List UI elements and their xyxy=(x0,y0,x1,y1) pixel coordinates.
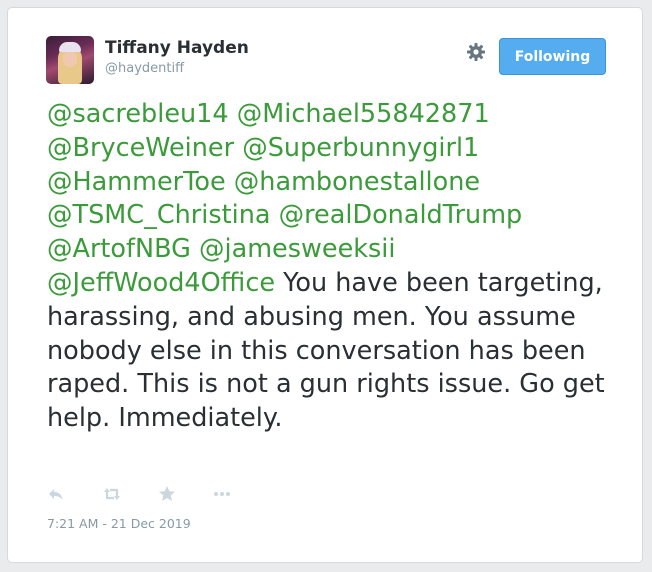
mention-link[interactable]: @Superbunnygirl1 xyxy=(242,133,479,163)
retweet-icon[interactable] xyxy=(102,484,122,504)
mention-link[interactable]: @BryceWeiner xyxy=(47,133,234,163)
more-icon[interactable] xyxy=(212,484,232,504)
tweet-actions xyxy=(46,484,246,504)
tweet-card: Tiffany Hayden @haydentiff Following @sa… xyxy=(7,7,643,563)
mention-link[interactable]: @sacrebleu14 xyxy=(47,99,229,129)
tweet-timestamp[interactable]: 7:21 AM - 21 Dec 2019 xyxy=(47,516,191,531)
following-button[interactable]: Following xyxy=(499,38,606,75)
mention-link[interactable]: @ArtofNBG xyxy=(47,234,191,264)
mention-link[interactable]: @jamesweeksii xyxy=(199,234,395,264)
favorite-icon[interactable] xyxy=(157,484,177,504)
mention-link[interactable]: @HammerToe xyxy=(47,167,226,197)
mention-link[interactable]: @TSMC_Christina xyxy=(47,200,271,230)
mention-link[interactable]: @hambonestallone xyxy=(234,167,480,197)
tweet-text: @sacrebleu14 @Michael55842871 @BryceWein… xyxy=(47,98,607,436)
mention-link[interactable]: @JeffWood4Office xyxy=(47,268,275,298)
mention-link[interactable]: @Michael55842871 xyxy=(237,99,490,129)
gear-icon[interactable] xyxy=(466,42,486,62)
author-handle[interactable]: @haydentiff xyxy=(105,61,184,76)
mention-link[interactable]: @realDonaldTrump xyxy=(279,200,523,230)
avatar[interactable] xyxy=(46,36,94,84)
reply-icon[interactable] xyxy=(46,484,66,504)
author-name[interactable]: Tiffany Hayden xyxy=(105,38,249,58)
